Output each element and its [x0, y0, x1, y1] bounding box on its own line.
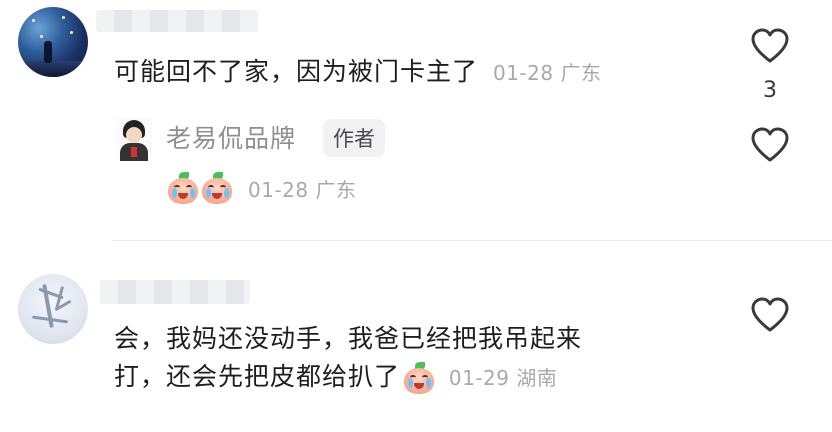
reply-location: 广东 [315, 177, 357, 202]
author-name[interactable]: 老易侃品牌 [166, 119, 296, 155]
reply-content: 01-28 广东 [166, 168, 356, 208]
reply-date: 01-28 [248, 177, 309, 202]
heart-outline-icon[interactable] [750, 296, 790, 336]
username-redacted [96, 10, 258, 32]
heart-outline-icon[interactable] [750, 27, 790, 67]
comment-meta: 01-29 湖南 [442, 366, 557, 390]
avatar[interactable] [18, 7, 88, 77]
comment-date: 01-28 [492, 61, 554, 85]
comment-date: 01-29 [448, 365, 510, 390]
comment-location: 湖南 [516, 365, 558, 390]
comment-location: 广东 [560, 61, 602, 85]
comment-meta: 01-28 广东 [493, 61, 601, 85]
comment-body-line-2: 打，还会先把皮都给扒了 01-29 湖南 [114, 358, 582, 396]
comment-body: 可能回不了家，因为被门卡主了 [114, 57, 479, 86]
comment-text: 可能回不了家，因为被门卡主了 01-28 广东 [114, 53, 601, 91]
comment-text: 会，我妈还没动手，我爸已经把我吊起来 打，还会先把皮都给扒了 01-29 湖南 [114, 320, 582, 395]
crying-peach-emoji [200, 172, 234, 204]
username-redacted [100, 280, 250, 304]
reply-meta: 01-28 广东 [248, 174, 356, 203]
divider [112, 240, 832, 241]
author-avatar[interactable] [116, 117, 152, 161]
like-count: 3 [763, 78, 777, 103]
crying-peach-emoji [402, 361, 436, 394]
avatar[interactable] [18, 274, 88, 344]
crying-peach-emoji [166, 172, 200, 204]
comment-body-line-1: 会，我妈还没动手，我爸已经把我吊起来 [114, 324, 583, 353]
heart-outline-icon[interactable] [750, 126, 790, 166]
author-badge: 作者 [323, 119, 385, 157]
